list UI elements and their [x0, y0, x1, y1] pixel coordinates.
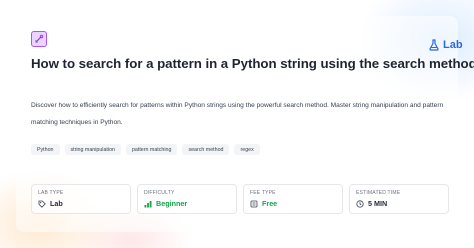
stat-value: Free: [250, 199, 336, 208]
stat-value-text: Free: [262, 199, 278, 208]
stat-lab-type: LAB TYPE Lab: [31, 184, 131, 214]
stat-value-text: 5 MIN: [368, 199, 388, 208]
stat-value: Beginner: [144, 199, 230, 208]
stat-fee-type: FEE TYPE Free: [243, 184, 343, 214]
stat-value: Lab: [38, 199, 124, 208]
stack-icon: [250, 200, 258, 207]
stat-value-text: Beginner: [156, 199, 188, 208]
clock-icon: [356, 199, 364, 208]
stat-estimated-time: ESTIMATED TIME 5 MIN: [349, 184, 449, 214]
stat-value: 5 MIN: [356, 199, 442, 208]
flask-icon: [429, 39, 439, 51]
stats-row: LAB TYPE Lab DIFFICULTY Beginner FEE TYP…: [31, 184, 449, 214]
stat-difficulty: DIFFICULTY Beginner: [137, 184, 237, 214]
stat-label: FEE TYPE: [250, 190, 276, 196]
page-title: How to search for a pattern in a Python …: [31, 56, 474, 71]
tag-python[interactable]: Python: [31, 144, 60, 155]
tag-string-manipulation[interactable]: string manipulation: [64, 144, 121, 155]
tag-regex[interactable]: regex: [234, 144, 260, 155]
page-background: Lab How to search for a pattern in a Pyt…: [0, 0, 474, 248]
course-description: Discover how to efficiently search for p…: [31, 102, 444, 126]
signal-bars-icon: [144, 200, 152, 207]
stat-value-text: Lab: [50, 199, 63, 208]
tag-search-method[interactable]: search method: [182, 144, 230, 155]
stat-label: DIFFICULTY: [144, 190, 175, 196]
brand-label: Lab: [443, 39, 463, 51]
tag-pattern-matching[interactable]: pattern matching: [125, 144, 178, 155]
stat-label: ESTIMATED TIME: [356, 190, 401, 196]
tag-icon: [38, 200, 46, 208]
code-icon: [31, 31, 47, 47]
tag-list: Python string manipulation pattern match…: [31, 144, 260, 155]
stat-label: LAB TYPE: [38, 190, 64, 196]
brand-logo[interactable]: Lab: [428, 37, 463, 53]
